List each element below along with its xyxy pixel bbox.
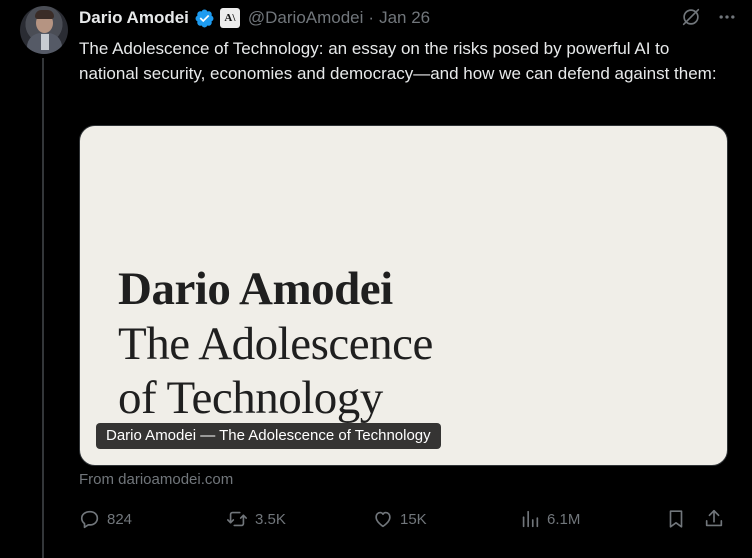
share-icon	[705, 509, 723, 527]
views-button[interactable]: 6.1M	[519, 504, 580, 534]
bookmark-icon	[669, 510, 683, 528]
reply-count: 824	[107, 510, 133, 528]
thread-line	[42, 58, 44, 558]
author-name[interactable]: Dario Amodei	[79, 8, 189, 28]
bookmark-button[interactable]	[665, 504, 687, 534]
tweet-actions: 824 3.5K 15K 6.1M	[79, 504, 727, 534]
share-button[interactable]	[703, 504, 725, 534]
retweet-button[interactable]: 3.5K	[225, 504, 286, 534]
like-icon	[375, 511, 391, 528]
card-source[interactable]: From darioamodei.com	[79, 471, 233, 488]
more-icon[interactable]	[715, 5, 739, 29]
card-title-line3: of Technology	[118, 372, 383, 424]
link-card[interactable]: Dario Amodei The Adolescence of Technolo…	[79, 125, 728, 466]
separator-dot: ·	[368, 8, 375, 27]
card-title-line2: The Adolescence	[118, 318, 433, 370]
org-badge[interactable]: A\	[219, 8, 240, 28]
card-caption: Dario Amodei — The Adolescence of Techno…	[96, 423, 441, 449]
avatar[interactable]	[20, 6, 68, 54]
author-handle[interactable]: @DarioAmodei	[248, 8, 364, 28]
tweet-text: The Adolescence of Technology: an essay …	[79, 39, 717, 83]
reply-icon	[80, 510, 99, 529]
grok-icon[interactable]	[679, 5, 703, 29]
views-icon	[522, 510, 539, 528]
like-button[interactable]: 15K	[372, 504, 427, 534]
retweet-count: 3.5K	[255, 510, 286, 528]
tweet-date[interactable]: Jan 26	[379, 8, 430, 28]
views-count: 6.1M	[547, 510, 581, 528]
reply-button[interactable]: 824	[79, 504, 132, 534]
card-title-line1: Dario Amodei	[118, 263, 393, 315]
avatar-hair	[35, 10, 54, 19]
tweet-header: Dario Amodei A\ @DarioAmodei · Jan 26	[79, 7, 739, 29]
verified-icon[interactable]	[194, 8, 215, 29]
retweet-icon	[227, 511, 247, 527]
avatar-shirt	[41, 34, 49, 50]
card-title: Dario Amodei The Adolescence of Technolo…	[118, 261, 433, 425]
like-count: 15K	[400, 510, 427, 528]
header-actions	[679, 5, 739, 29]
